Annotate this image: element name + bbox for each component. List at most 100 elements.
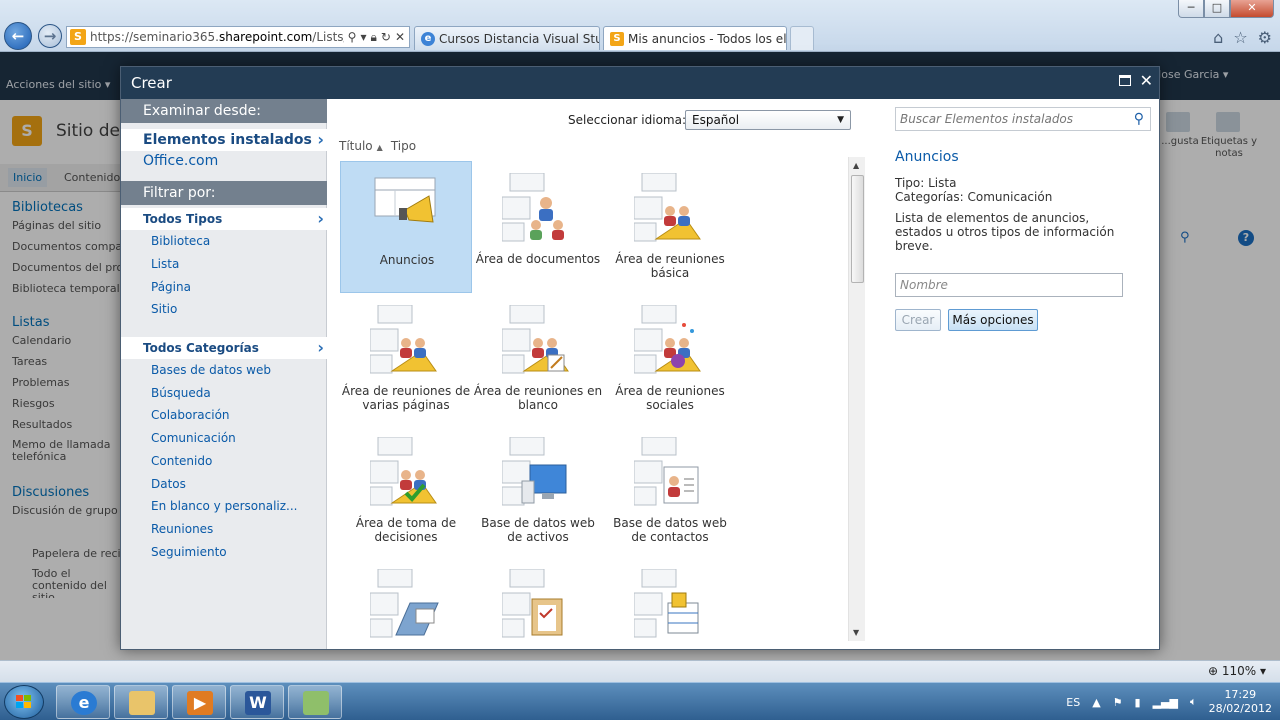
taskbar-word[interactable]: W [230, 685, 284, 719]
category-item[interactable]: Comunicación [151, 431, 236, 445]
chevron-right-icon: › [317, 130, 324, 149]
type-pagina[interactable]: Página [151, 280, 191, 294]
refresh-icon[interactable]: ↻ [381, 30, 391, 45]
template-tile[interactable]: Base de datos web de activos [472, 425, 604, 557]
tab-mis-anuncios[interactable]: S Mis anuncios - Todos los el... ✕ [603, 26, 787, 50]
close-window-button[interactable]: ✕ [1230, 0, 1274, 18]
template-tile[interactable]: Área de toma de decisiones [340, 425, 472, 557]
type-lista[interactable]: Lista [151, 257, 179, 271]
browser-chrome: ─ □ ✕ ← → S https://seminario365.sharepo… [0, 0, 1280, 52]
template-tile[interactable]: Área de documentos [472, 161, 604, 293]
template-label: Anuncios [379, 253, 435, 267]
clock-date: 28/02/2012 [1208, 702, 1272, 715]
more-options-button[interactable]: Más opciones [948, 309, 1038, 331]
all-types-filter[interactable]: Todos Tipos › [121, 208, 327, 230]
show-hidden-icon[interactable]: ▲ [1092, 696, 1100, 709]
search-icon[interactable]: ⚲ [1134, 108, 1144, 130]
search-icon[interactable]: ⚲ [348, 30, 357, 45]
battery-icon[interactable]: ▮ [1135, 696, 1141, 709]
zoom-control[interactable]: ⊕ 110% ▾ [1208, 664, 1266, 678]
create-button[interactable]: Crear [895, 309, 941, 331]
taskbar-app[interactable] [288, 685, 342, 719]
sort-title[interactable]: Título [339, 139, 373, 153]
language-value: Español [692, 113, 740, 127]
scroll-thumb[interactable] [851, 175, 864, 283]
taskbar-ie[interactable]: e [56, 685, 110, 719]
clock-time: 17:29 [1224, 688, 1257, 701]
search-placeholder: Buscar Elementos instalados [900, 112, 1074, 126]
scroll-down-icon[interactable]: ▼ [853, 628, 859, 637]
chevron-right-icon: › [317, 338, 324, 357]
category-item[interactable]: Reuniones [151, 522, 213, 536]
category-item[interactable]: Colaboración [151, 408, 230, 422]
name-input[interactable]: Nombre [895, 273, 1123, 297]
stop-icon[interactable]: ✕ [395, 30, 405, 45]
sort-type[interactable]: Tipo [391, 139, 416, 153]
installed-items-link[interactable]: Elementos instalados › [121, 129, 327, 151]
details-type: Tipo: Lista [895, 176, 957, 190]
create-dialog: Crear ✕ Examinar desde: Elementos instal… [120, 66, 1160, 650]
volume-icon[interactable]: 🔈︎ [1190, 695, 1197, 709]
template-label: Área de reuniones básica [615, 252, 725, 280]
favorites-star-icon[interactable]: ☆ [1233, 28, 1247, 47]
template-tile[interactable]: Anuncios [340, 161, 472, 293]
template-tile[interactable]: Área de reuniones básica [604, 161, 736, 293]
language-select[interactable]: Español ▼ [685, 110, 851, 130]
filter-panel: Examinar desde: Elementos instalados › O… [121, 99, 327, 649]
all-categories-filter[interactable]: Todos Categorías › [121, 337, 327, 359]
scroll-up-icon[interactable]: ▲ [853, 161, 859, 170]
category-item[interactable]: En blanco y personaliz... [151, 499, 297, 513]
template-label: Área de documentos [475, 252, 601, 266]
back-button[interactable]: ← [4, 22, 32, 50]
category-item[interactable]: Contenido [151, 454, 212, 468]
flag-icon[interactable]: ⚑ [1113, 696, 1123, 709]
address-bar-icons: ⚲ ▾ 🔒︎ ↻ ✕ [344, 30, 409, 45]
template-label: Área de reuniones sociales [615, 384, 725, 412]
close-icon[interactable]: ✕ [1140, 71, 1153, 90]
ie-favicon-icon: e [421, 31, 435, 46]
dialog-title: Crear [121, 67, 1159, 99]
address-bar[interactable]: S https://seminario365.sharepoint.com/Li… [66, 26, 410, 48]
category-item[interactable]: Búsqueda [151, 386, 211, 400]
start-button[interactable] [4, 685, 44, 719]
category-item[interactable]: Datos [151, 477, 186, 491]
language-indicator[interactable]: ES [1066, 696, 1080, 709]
office-com-link[interactable]: Office.com [143, 153, 218, 169]
search-installed-input[interactable]: Buscar Elementos instalados ⚲ [895, 107, 1151, 131]
template-gallery: Seleccionar idioma: Español ▼ Título ▲ Tip… [328, 99, 868, 649]
template-tile[interactable]: Área de reuniones sociales [604, 293, 736, 425]
new-tab-button[interactable] [790, 26, 814, 50]
window-controls: ─ □ ✕ [1178, 0, 1274, 18]
home-icon[interactable]: ⌂ [1213, 28, 1223, 47]
network-icon[interactable]: ▂▄▆ [1153, 696, 1178, 709]
back-arrow-icon: ← [11, 27, 25, 45]
minimize-button[interactable]: ─ [1178, 0, 1204, 18]
template-tile[interactable]: Base de datos web de contactos [604, 425, 736, 557]
maximize-button[interactable]: □ [1204, 0, 1230, 18]
filter-heading: Filtrar por: [121, 181, 327, 205]
forward-arrow-icon: → [43, 27, 57, 45]
tab-cursos[interactable]: e Cursos Distancia Visual Studio ... [414, 26, 600, 50]
category-item[interactable]: Seguimiento [151, 545, 227, 559]
type-sitio[interactable]: Sitio [151, 302, 177, 316]
taskbar-explorer[interactable] [114, 685, 168, 719]
gallery-scrollbar[interactable]: ▲ ▼ [848, 157, 865, 641]
dropdown-icon[interactable]: ▾ [360, 30, 366, 45]
settings-gear-icon[interactable]: ⚙ [1258, 28, 1272, 47]
clock[interactable]: 17:29 28/02/2012 [1209, 688, 1272, 716]
template-tile[interactable]: Área de reuniones de varias páginas [340, 293, 472, 425]
details-panel: Buscar Elementos instalados ⚲ Anuncios T… [885, 99, 1161, 649]
template-tile[interactable]: Área de reuniones en blanco [472, 293, 604, 425]
address-url[interactable]: https://seminario365.sharepoint.com/List… [90, 30, 344, 44]
zoom-value: 110% [1221, 664, 1257, 678]
tab-label: Cursos Distancia Visual Studio ... [439, 31, 599, 46]
type-biblioteca[interactable]: Biblioteca [151, 234, 210, 248]
taskbar-media[interactable]: ▶ [172, 685, 226, 719]
lock-icon[interactable]: 🔒︎ [370, 30, 376, 45]
category-item[interactable]: Bases de datos web [151, 363, 271, 377]
browser-tools: ⌂ ☆ ⚙ [1213, 28, 1272, 47]
sort-asc-icon: ▲ [376, 143, 383, 152]
windows-taskbar: e ▶ W ES ▲ ⚑ ▮ ▂▄▆ 🔈︎ 17:29 28/02/2012 [0, 682, 1280, 720]
maximize-icon[interactable] [1119, 75, 1131, 86]
forward-button[interactable]: → [38, 24, 62, 48]
